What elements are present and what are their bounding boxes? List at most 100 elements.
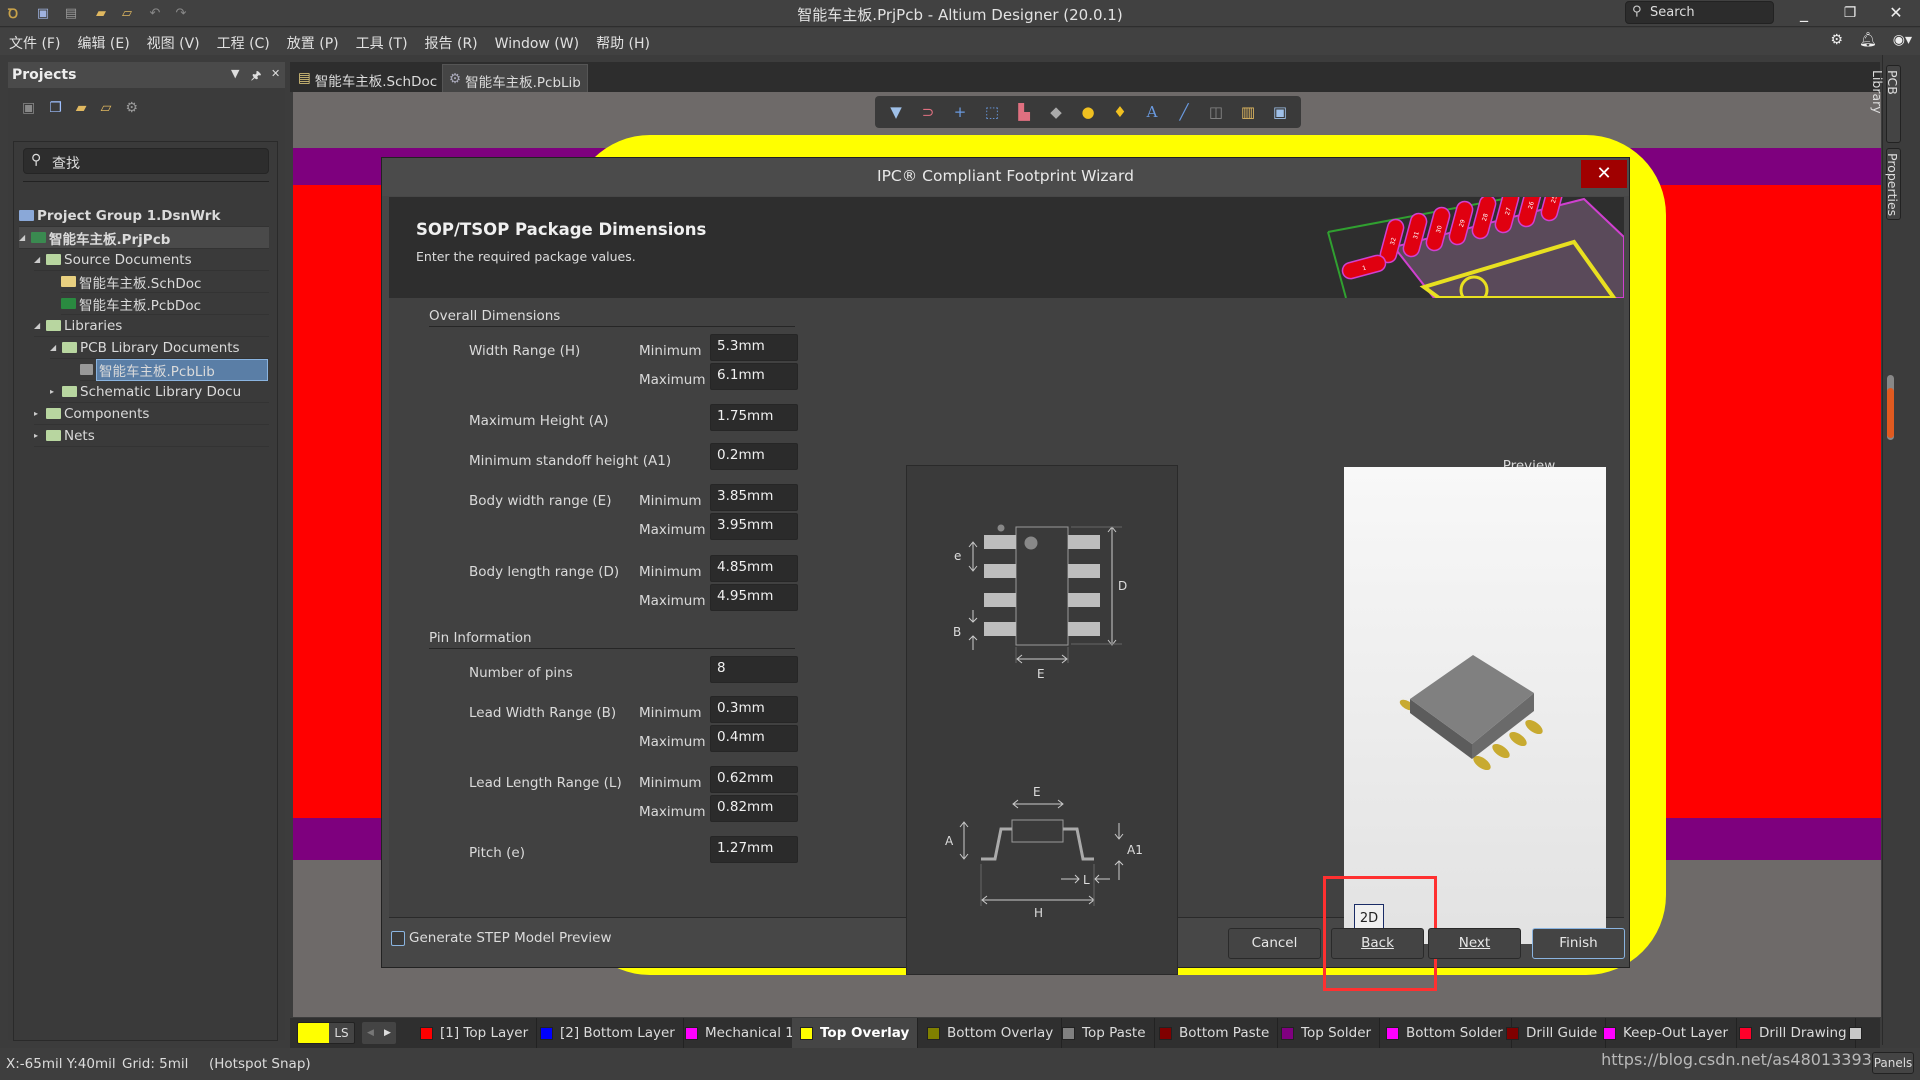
minimize-button[interactable]: _ bbox=[1784, 2, 1824, 24]
layer-tab[interactable]: Bottom Overlay bbox=[919, 1018, 1063, 1048]
component-icon[interactable]: ◆ bbox=[1047, 103, 1065, 121]
tree-item-pcblib[interactable]: 智能车主板.PcbLib bbox=[80, 358, 269, 381]
body-length-min-input[interactable]: 4.85mm bbox=[710, 555, 798, 582]
expand-arrow-icon[interactable]: ◢ bbox=[19, 233, 31, 242]
tree-item-components[interactable]: ▸ Components bbox=[34, 403, 269, 425]
crosshair-icon[interactable]: + bbox=[951, 103, 969, 121]
bell-icon[interactable]: 🔔︎ bbox=[1859, 32, 1877, 48]
folder-settings-icon[interactable]: ▱ bbox=[101, 100, 112, 128]
gear-icon[interactable]: ⚙ bbox=[1830, 32, 1843, 48]
menu-view[interactable]: 视图 (V) bbox=[138, 28, 208, 53]
project-search-input[interactable]: ⚲ 查找 bbox=[23, 148, 269, 174]
generate-step-preview-checkbox[interactable]: Generate STEP Model Preview bbox=[391, 930, 612, 946]
expand-arrow-icon[interactable]: ◢ bbox=[34, 321, 46, 330]
text-icon[interactable]: A bbox=[1143, 103, 1161, 121]
tree-item-schdoc[interactable]: 智能车主板.SchDoc bbox=[61, 271, 269, 293]
save-project-icon[interactable]: ▣ bbox=[22, 100, 35, 128]
pad-icon[interactable]: ● bbox=[1079, 103, 1097, 121]
tab-schdoc[interactable]: ▤ 智能车主板.SchDoc bbox=[292, 64, 443, 92]
3d-preview-viewport[interactable]: 2D bbox=[1344, 467, 1606, 944]
menu-reports[interactable]: 报告 (R) bbox=[416, 28, 486, 53]
body-width-max-input[interactable]: 3.95mm bbox=[710, 513, 798, 540]
lead-width-max-input[interactable]: 0.4mm bbox=[710, 725, 798, 752]
panel-menu-icon[interactable]: ▼ bbox=[231, 67, 239, 80]
width-max-input[interactable]: 6.1mm bbox=[710, 363, 798, 390]
width-min-input[interactable]: 5.3mm bbox=[710, 334, 798, 361]
align-icon[interactable]: ▙ bbox=[1015, 103, 1033, 121]
global-search-input[interactable]: ⚲ Search bbox=[1625, 1, 1774, 24]
tree-item-project-group[interactable]: Project Group 1.DsnWrk bbox=[19, 205, 269, 227]
region-icon[interactable]: ▣ bbox=[1271, 103, 1289, 121]
menu-tools[interactable]: 工具 (T) bbox=[347, 28, 416, 53]
pitch-input[interactable]: 1.27mm bbox=[710, 836, 798, 863]
tree-item-schematic-library-documents[interactable]: ▸ Schematic Library Docu bbox=[50, 381, 269, 403]
scroll-left-icon[interactable]: ◀ bbox=[367, 1028, 374, 1038]
find-folder-icon[interactable]: ▰ bbox=[76, 100, 87, 128]
layer-tab[interactable]: Bottom Solder bbox=[1378, 1018, 1512, 1048]
number-of-pins-input[interactable]: 8 bbox=[710, 656, 798, 683]
tree-item-pcbdoc[interactable]: 智能车主板.PcbDoc bbox=[61, 293, 269, 315]
select-rect-icon[interactable]: ⬚ bbox=[983, 103, 1001, 121]
array-icon[interactable]: ▥ bbox=[1239, 103, 1257, 121]
max-height-input[interactable]: 1.75mm bbox=[710, 404, 798, 431]
close-panel-icon[interactable]: ✕ bbox=[271, 67, 280, 80]
user-account-icon[interactable]: ◉▾ bbox=[1893, 32, 1912, 48]
tab-pcblib[interactable]: ⚙ 智能车主板.PcbLib bbox=[442, 64, 588, 92]
dialog-close-button[interactable]: ✕ bbox=[1581, 160, 1627, 188]
standoff-height-input[interactable]: 0.2mm bbox=[710, 443, 798, 470]
collapse-arrow-icon[interactable]: ▸ bbox=[34, 431, 46, 440]
vertical-scrollbar[interactable] bbox=[1887, 375, 1894, 440]
collapse-arrow-icon[interactable]: ▸ bbox=[34, 409, 46, 418]
scroll-right-icon[interactable]: ▶ bbox=[384, 1028, 391, 1038]
layer-tab[interactable]: Drill Guide bbox=[1498, 1018, 1607, 1048]
panels-button[interactable]: Panels bbox=[1872, 1052, 1914, 1074]
checkbox-box[interactable] bbox=[391, 930, 405, 946]
layer-tab[interactable]: Bottom Paste bbox=[1151, 1018, 1279, 1048]
tree-item-source-documents[interactable]: ◢ Source Documents bbox=[34, 249, 269, 271]
lead-length-min-input[interactable]: 0.62mm bbox=[710, 766, 798, 793]
close-window-button[interactable]: ✕ bbox=[1876, 2, 1916, 24]
finish-button[interactable]: Finish bbox=[1532, 928, 1625, 959]
properties-panel-tab[interactable]: Properties bbox=[1885, 148, 1901, 220]
dimension-icon[interactable]: ◫ bbox=[1207, 103, 1225, 121]
collapse-arrow-icon[interactable]: ▸ bbox=[50, 387, 62, 396]
pcb-library-panel-tab[interactable]: PCB Library bbox=[1870, 65, 1901, 143]
layer-tab[interactable]: Keep-Out Layer bbox=[1595, 1018, 1738, 1048]
tree-item-libraries[interactable]: ◢ Libraries bbox=[34, 315, 269, 337]
restore-button[interactable]: ❐ bbox=[1830, 2, 1870, 24]
pin-icon[interactable]: 🖈︎ bbox=[251, 67, 261, 86]
copy-icon[interactable]: ❐ bbox=[49, 100, 62, 128]
layer-tab[interactable]: Drill Drawing bbox=[1731, 1018, 1856, 1048]
snap-icon[interactable]: ⊃ bbox=[919, 103, 937, 121]
tree-item-project[interactable]: ◢ 智能车主板.PrjPcb bbox=[19, 227, 269, 249]
menu-help[interactable]: 帮助 (H) bbox=[587, 28, 658, 53]
layer-tab[interactable]: [2] Bottom Layer bbox=[532, 1018, 684, 1048]
layer-tab[interactable]: Top Solder bbox=[1273, 1018, 1381, 1048]
menu-file[interactable]: 文件 (F) bbox=[0, 28, 68, 53]
expand-arrow-icon[interactable]: ◢ bbox=[34, 255, 46, 264]
tree-item-pcb-library-documents[interactable]: ◢ PCB Library Documents bbox=[50, 337, 269, 359]
menu-project[interactable]: 工程 (C) bbox=[208, 28, 278, 53]
layer-set-selector[interactable]: LS bbox=[297, 1022, 355, 1044]
layer-tab-overflow[interactable] bbox=[1841, 1018, 1870, 1048]
layer-tab[interactable]: Mechanical 1 bbox=[677, 1018, 803, 1048]
menu-window[interactable]: Window (W) bbox=[486, 31, 587, 52]
menu-place[interactable]: 放置 (P) bbox=[278, 28, 347, 53]
via-icon[interactable]: ♦ bbox=[1111, 103, 1129, 121]
back-button[interactable]: Back bbox=[1331, 928, 1424, 959]
lead-width-min-input[interactable]: 0.3mm bbox=[710, 696, 798, 723]
next-button[interactable]: Next bbox=[1428, 928, 1521, 959]
filter-icon[interactable]: ▼ bbox=[887, 103, 905, 121]
layer-tab[interactable]: Top Paste bbox=[1054, 1018, 1155, 1048]
layer-tab[interactable]: Top Overlay bbox=[792, 1018, 919, 1048]
lead-length-max-input[interactable]: 0.82mm bbox=[710, 795, 798, 822]
body-width-min-input[interactable]: 3.85mm bbox=[710, 484, 798, 511]
layer-tab[interactable]: [1] Top Layer bbox=[412, 1018, 538, 1048]
expand-arrow-icon[interactable]: ◢ bbox=[50, 343, 62, 352]
line-icon[interactable]: ╱ bbox=[1175, 103, 1193, 121]
body-length-max-input[interactable]: 4.95mm bbox=[710, 584, 798, 611]
scrollbar-thumb[interactable] bbox=[1887, 388, 1894, 438]
settings-icon[interactable]: ⚙ bbox=[125, 100, 138, 128]
cancel-button[interactable]: Cancel bbox=[1228, 928, 1321, 959]
menu-edit[interactable]: 编辑 (E) bbox=[68, 28, 137, 53]
